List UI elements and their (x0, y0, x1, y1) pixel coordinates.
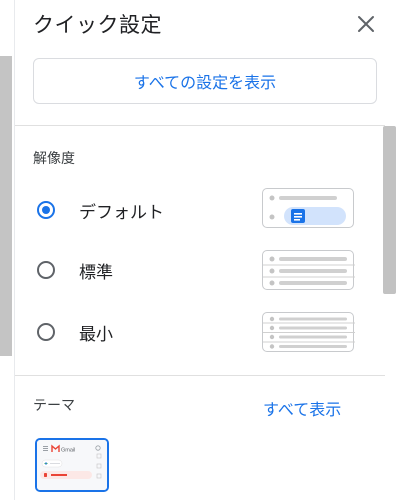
quick-settings-panel: クイック設定 すべての設定を表示 解像度 デフォルト 標準 最小 テーマ すべて… (15, 0, 406, 500)
theme-thumbnail-text: Gmail (61, 448, 75, 454)
theme-preview-icon: Gmail (37, 440, 107, 490)
density-section-label: 解像度 (33, 151, 75, 167)
theme-section-label: テーマ (33, 398, 75, 414)
radio-default[interactable] (37, 201, 55, 219)
background-page-edge (0, 0, 15, 500)
radio-standard[interactable] (37, 261, 55, 279)
divider (15, 125, 385, 126)
theme-thumbnail-default[interactable]: Gmail (35, 438, 109, 492)
density-preview-compact-icon (262, 312, 355, 352)
divider (15, 375, 385, 376)
close-button[interactable] (352, 10, 380, 38)
quick-settings-page: クイック設定 すべての設定を表示 解像度 デフォルト 標準 最小 テーマ すべて… (0, 0, 406, 500)
theme-see-all-link[interactable]: すべて表示 (263, 396, 341, 420)
see-all-settings-label: すべての設定を表示 (133, 73, 277, 92)
density-option-label: 最小 (79, 324, 113, 345)
background-block (0, 56, 12, 356)
density-preview-default-icon (262, 188, 354, 228)
see-all-settings-button[interactable]: すべての設定を表示 (33, 58, 377, 104)
density-option-label: デフォルト (79, 202, 164, 223)
density-option-label: 標準 (79, 262, 113, 283)
scrollbar-thumb[interactable] (383, 126, 396, 294)
radio-compact[interactable] (37, 323, 55, 341)
close-icon (358, 16, 374, 32)
panel-title: クイック設定 (33, 13, 162, 37)
density-preview-standard-icon (262, 250, 355, 290)
